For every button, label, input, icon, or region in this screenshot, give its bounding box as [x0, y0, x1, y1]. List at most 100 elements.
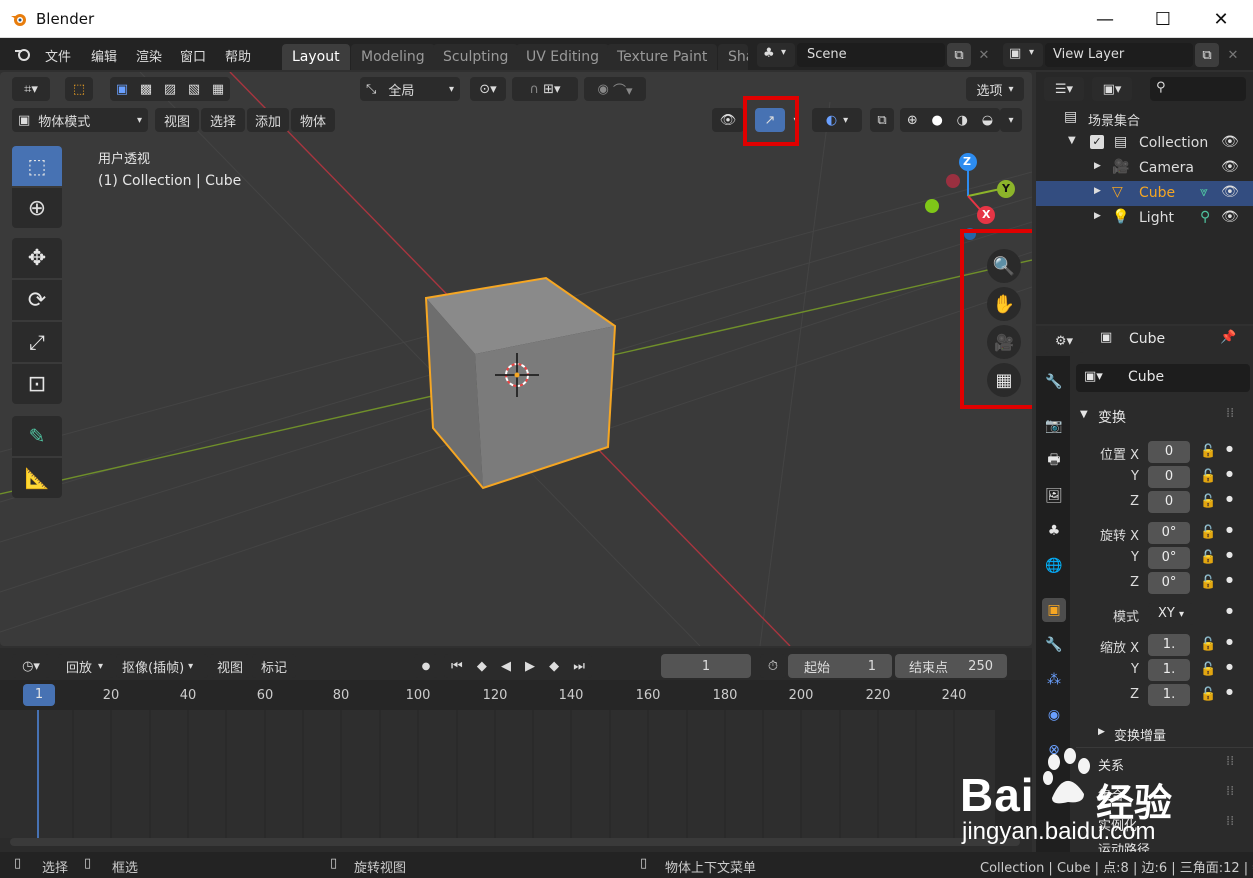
drag-handle-icon[interactable]: ⁞⁞	[1226, 814, 1234, 829]
editor-type-selector[interactable]: ⌗▾	[12, 77, 50, 101]
play-reverse-icon[interactable]: ◀	[501, 659, 511, 674]
transform-orientation-dropdown[interactable]: ⤡ 全局 ▾	[360, 77, 460, 101]
object-name-field[interactable]: ▣▾ Cube	[1076, 364, 1250, 392]
xray-toggle[interactable]: ⧉	[870, 108, 894, 132]
keyframe-dot-icon[interactable]: ●	[1226, 469, 1233, 478]
add-menu[interactable]: 添加	[247, 108, 289, 132]
eye-icon[interactable]: 👁	[1221, 159, 1239, 175]
start-frame-field[interactable]: 起始 1	[788, 654, 892, 678]
rotation-y-field[interactable]: 0°	[1148, 547, 1190, 569]
tool-cursor[interactable]: ⊕	[12, 188, 62, 228]
select-menu[interactable]: 选择	[201, 108, 245, 132]
scene-selector[interactable]: ♣ ▾	[757, 43, 795, 67]
tab-output[interactable]: 🖶	[1042, 449, 1066, 473]
tab-render[interactable]: 📷	[1042, 414, 1066, 438]
proportional-edit-group[interactable]: ◉ ⌒▾	[584, 77, 646, 101]
select-subtract-icon[interactable]: ▨	[164, 82, 176, 97]
outliner-scene-collection[interactable]: ▤ 场景集合	[1036, 106, 1253, 131]
jump-start-icon[interactable]: ⏮	[451, 659, 463, 674]
keyframe-dot-icon[interactable]: ●	[1226, 494, 1233, 503]
keyframe-dot-icon[interactable]: ●	[1226, 662, 1233, 671]
display-mode-dropdown[interactable]: ▣▾	[1092, 77, 1132, 101]
tab-object[interactable]: ▣	[1042, 598, 1066, 622]
select-intersect-icon[interactable]: ▦	[212, 82, 224, 97]
tab-physics[interactable]: ◉	[1042, 703, 1066, 727]
lock-icon[interactable]: 🔓	[1200, 494, 1216, 509]
keyframe-dot-icon[interactable]: ●	[1226, 575, 1233, 584]
current-frame-field[interactable]: 1	[661, 654, 751, 678]
tab-uv-editing[interactable]: UV Editing	[516, 44, 610, 70]
tool-move[interactable]: ✥	[12, 238, 62, 278]
light-data-icon[interactable]: ⚲	[1200, 209, 1210, 225]
outliner-item-collection[interactable]: ▼ ✓ ▤ Collection 👁	[1036, 131, 1253, 156]
timeline-editor-type[interactable]: ◷▾	[12, 654, 50, 678]
shading-dropdown[interactable]: ▾	[1000, 108, 1022, 132]
tab-sculpting[interactable]: Sculpting	[433, 44, 519, 70]
tab-shading[interactable]: Sha	[718, 44, 748, 70]
timeline-track-area[interactable]	[0, 710, 995, 838]
gizmo-z-label[interactable]: Z	[963, 155, 971, 168]
select-invert-icon[interactable]: ▧	[188, 82, 200, 97]
marker-menu[interactable]: 标记	[252, 654, 296, 678]
material-shading-icon[interactable]: ◑	[957, 113, 968, 128]
drag-handle-icon[interactable]: ⁞⁞	[1226, 406, 1234, 421]
scale-z-field[interactable]: 1.	[1148, 684, 1190, 706]
scene-delete-button[interactable]: ✕	[973, 43, 995, 67]
keyframe-dot-icon[interactable]: ●	[1226, 444, 1233, 453]
outliner-editor-type[interactable]: ☰▾	[1044, 77, 1084, 101]
preview-range-toggle[interactable]: ⏱	[760, 654, 786, 678]
tab-particles[interactable]: ⁂	[1042, 668, 1066, 692]
drag-handle-icon[interactable]: ⁞⁞	[1226, 784, 1234, 799]
mode-dropdown[interactable]: ▣ 物体模式 ▾	[12, 108, 148, 132]
keyframe-dot-icon[interactable]: ●	[1226, 525, 1233, 534]
tool-measure[interactable]: 📐	[12, 458, 62, 498]
menu-window[interactable]: 窗口	[180, 46, 206, 65]
expand-arrow-icon[interactable]: ▶	[1094, 161, 1101, 171]
snap-increment-icon[interactable]: ⊞▾	[543, 82, 560, 97]
object-menu[interactable]: 物体	[291, 108, 335, 132]
expand-arrow-icon[interactable]: ▶	[1094, 211, 1101, 221]
eye-icon[interactable]: 👁	[1221, 134, 1239, 150]
outliner-item-light[interactable]: ▶ 💡 Light ⚲ 👁	[1036, 206, 1253, 231]
lock-icon[interactable]: 🔓	[1200, 662, 1216, 677]
end-frame-field[interactable]: 结束点 250	[895, 654, 1007, 678]
mesh-data-icon[interactable]: ⩔	[1200, 184, 1208, 200]
close-button[interactable]: ✕	[1192, 0, 1250, 38]
playback-controls[interactable]: ⏮ ◆ ◀ ▶ ◆ ⏭	[444, 654, 592, 678]
record-button[interactable]: ●	[414, 654, 438, 678]
pivot-point-dropdown[interactable]: ⊙▾	[470, 77, 506, 101]
selection-mode-group[interactable]: ▣ ▩ ▨ ▧ ▦	[110, 77, 230, 101]
scene-name-field[interactable]: Scene	[797, 43, 945, 67]
falloff-icon[interactable]: ⌒▾	[613, 80, 633, 99]
prev-keyframe-icon[interactable]: ◆	[477, 659, 487, 674]
lock-icon[interactable]: 🔓	[1200, 469, 1216, 484]
shading-mode-group[interactable]: ⊕ ● ◑ ◒	[900, 108, 1000, 132]
keyframe-dot-icon[interactable]: ●	[1226, 606, 1233, 615]
keying-menu[interactable]: 抠像(插帧) ▾	[116, 654, 208, 678]
playhead-marker[interactable]: 1	[23, 684, 55, 706]
scale-y-field[interactable]: 1.	[1148, 659, 1190, 681]
solid-shading-icon[interactable]: ●	[932, 113, 943, 128]
playback-menu[interactable]: 回放 ▾	[58, 654, 114, 678]
overlays-dropdown[interactable]: ◐ ▾	[812, 108, 862, 132]
expand-arrow-icon[interactable]: ▼	[1080, 409, 1088, 420]
view-layer-delete-button[interactable]: ✕	[1222, 43, 1244, 67]
keyframe-dot-icon[interactable]: ●	[1226, 637, 1233, 646]
gizmo-x-label[interactable]: X	[982, 208, 990, 221]
menu-edit[interactable]: 编辑	[91, 46, 117, 65]
lock-icon[interactable]: 🔓	[1200, 687, 1216, 702]
timeline-view-menu[interactable]: 视图	[210, 654, 250, 678]
outliner-item-camera[interactable]: ▶ 🎥 Camera 👁	[1036, 156, 1253, 181]
lock-icon[interactable]: 🔓	[1200, 575, 1216, 590]
expand-arrow-icon[interactable]: ▶	[1094, 186, 1101, 196]
select-new-icon[interactable]: ▣	[116, 82, 128, 97]
options-dropdown[interactable]: 选项 ▾	[966, 77, 1024, 101]
lock-icon[interactable]: 🔓	[1200, 444, 1216, 459]
tab-layout[interactable]: Layout	[282, 44, 350, 70]
visibility-dropdown[interactable]: 👁	[712, 108, 744, 132]
outliner-search-input[interactable]: ⚲	[1150, 77, 1246, 101]
expand-arrow-icon[interactable]: ▼	[1068, 135, 1076, 146]
checkbox-icon[interactable]: ✓	[1090, 135, 1104, 149]
view-layer-name-field[interactable]: View Layer	[1045, 43, 1193, 67]
tab-view-layer[interactable]: 🖼	[1042, 484, 1066, 508]
